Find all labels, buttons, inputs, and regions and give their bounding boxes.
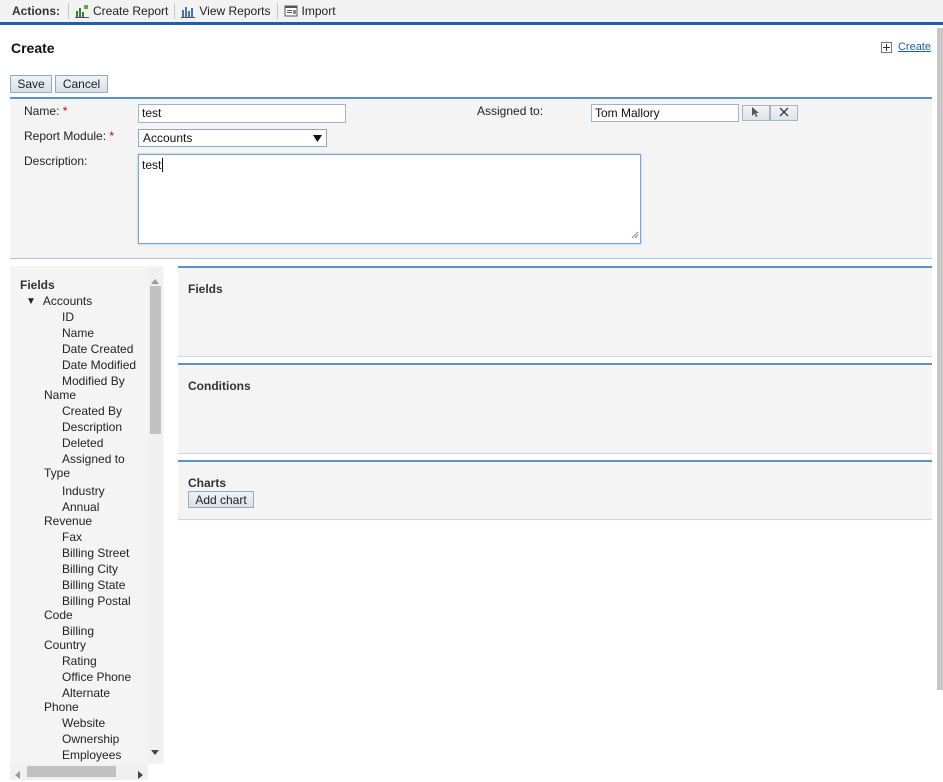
conditions-section-title: Conditions <box>188 379 251 393</box>
clear-user-button[interactable] <box>770 105 798 121</box>
create-report-label: Create Report <box>93 4 169 18</box>
required-marker: * <box>62 104 68 118</box>
tree-item[interactable]: Website <box>62 716 105 730</box>
view-reports-action[interactable]: View Reports <box>175 4 276 18</box>
required-marker: * <box>109 129 115 143</box>
create-link[interactable]: Create <box>898 41 931 53</box>
description-textarea[interactable]: test <box>138 154 641 244</box>
create-report-action[interactable]: Create Report <box>69 4 174 18</box>
save-button[interactable]: Save <box>10 75 52 93</box>
tree-item[interactable]: Ownership <box>62 732 119 746</box>
actions-label: Actions: <box>12 4 60 18</box>
fields-section: Fields <box>178 266 932 357</box>
scroll-up-icon[interactable] <box>151 273 159 287</box>
scrollbar-thumb[interactable] <box>150 286 161 434</box>
fields-section-title: Fields <box>188 282 223 296</box>
create-report-icon <box>75 4 89 18</box>
tree-item[interactable]: Billing Postal Code <box>44 594 144 622</box>
tree-item[interactable]: Billing State <box>62 578 125 592</box>
assigned-to-label: Assigned to: <box>477 104 544 118</box>
cursor-arrow-icon <box>752 106 760 120</box>
add-chart-button[interactable]: Add chart <box>188 491 254 508</box>
tree-item[interactable]: Rating <box>62 654 97 668</box>
report-module-label-text: Report Module: <box>24 129 107 143</box>
assigned-to-input[interactable]: Tom Mallory <box>591 104 739 122</box>
name-label: Name: * <box>24 104 67 118</box>
resize-grip-icon[interactable] <box>631 228 639 242</box>
tree-item[interactable]: Employees <box>62 748 121 762</box>
text-cursor <box>162 158 164 172</box>
charts-section-title: Charts <box>188 476 227 490</box>
tree-item[interactable]: Modified By Name <box>44 374 144 402</box>
tree-title: Fields <box>20 278 55 292</box>
create-link-wrapper: Create <box>880 41 931 53</box>
tree-item[interactable]: Date Created <box>62 342 133 356</box>
import-action[interactable]: Import <box>278 4 342 18</box>
view-reports-icon <box>181 4 196 18</box>
import-label: Import <box>301 4 336 18</box>
scrollbar-thumb[interactable] <box>27 766 116 777</box>
view-reports-label: View Reports <box>199 4 271 18</box>
report-module-value: Accounts <box>143 131 193 145</box>
close-icon <box>779 106 789 120</box>
page-title: Create <box>11 40 55 56</box>
tree-item[interactable]: Description <box>62 420 122 434</box>
tree-item[interactable]: Billing City <box>62 562 118 576</box>
charts-section: Charts Add chart <box>178 460 932 520</box>
tree-vertical-scrollbar[interactable] <box>148 268 162 762</box>
cancel-button[interactable]: Cancel <box>55 75 108 93</box>
dropdown-arrow-icon <box>313 131 322 145</box>
tree-item[interactable]: Created By <box>62 404 122 418</box>
tree-item[interactable]: Assigned to Type <box>44 452 144 480</box>
tree-item[interactable]: Annual Revenue <box>44 500 144 528</box>
report-module-select[interactable]: Accounts <box>138 129 327 147</box>
description-value: test <box>142 158 162 172</box>
tree-item[interactable]: Office Phone <box>62 670 131 684</box>
tree-item[interactable]: Deleted <box>62 436 103 450</box>
report-module-label: Report Module: * <box>24 129 114 143</box>
field-tree-panel: Fields ▼ Accounts ID Name Date Created D… <box>10 266 164 764</box>
tree-item[interactable]: Billing Street <box>62 546 129 560</box>
description-label: Description: <box>24 154 88 168</box>
tree-item[interactable]: Date Modified <box>62 358 136 372</box>
tree-item[interactable]: Billing Country <box>44 624 122 652</box>
actions-bar: Actions: Create Report View Reports Impo… <box>0 0 943 25</box>
report-form-panel: Name: * test Report Module: * Accounts D… <box>10 97 932 259</box>
tree-root-label: Accounts <box>42 294 93 308</box>
scroll-down-icon[interactable] <box>151 744 159 758</box>
page-scrollbar[interactable] <box>937 28 943 690</box>
name-input[interactable]: test <box>138 104 346 123</box>
conditions-section: Conditions <box>178 363 932 454</box>
plus-icon[interactable] <box>880 41 892 53</box>
tree-root-accounts[interactable]: ▼ Accounts <box>26 294 92 308</box>
tree-item[interactable]: ID <box>62 310 74 324</box>
tree-horizontal-scrollbar[interactable] <box>10 764 148 780</box>
import-icon <box>284 4 298 18</box>
expand-triangle-icon[interactable]: ▼ <box>26 296 36 307</box>
tree-item[interactable]: Name <box>62 326 94 340</box>
tree-item[interactable]: Industry <box>62 484 105 498</box>
select-user-button[interactable] <box>742 105 770 121</box>
tree-item[interactable]: Alternate Phone <box>44 686 128 714</box>
tree-item[interactable]: Fax <box>62 530 82 544</box>
name-label-text: Name: <box>24 104 60 118</box>
